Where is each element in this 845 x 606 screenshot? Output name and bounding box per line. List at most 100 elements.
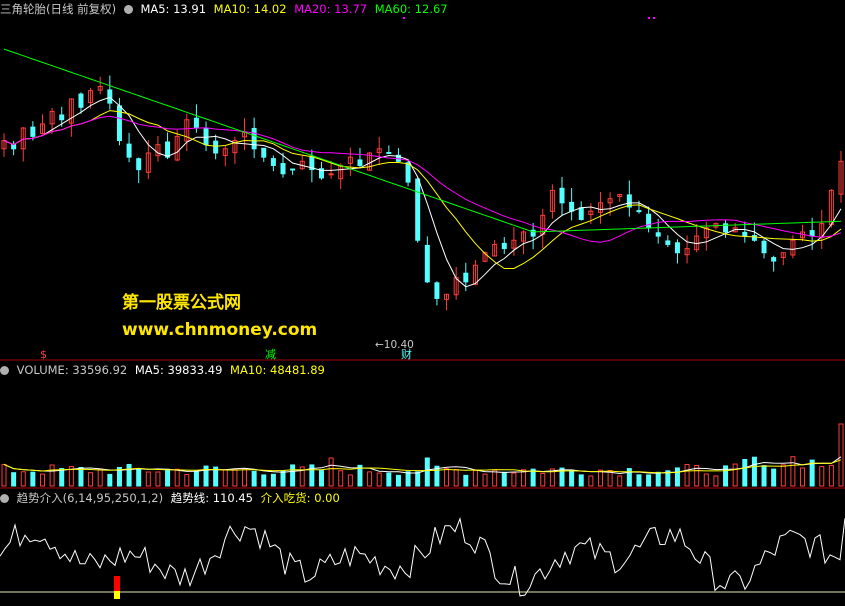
volume-bar bbox=[540, 472, 546, 487]
candle-body bbox=[107, 89, 113, 104]
volume-bar bbox=[280, 470, 286, 487]
volume-label: VOLUME: 33596.92 bbox=[16, 363, 128, 377]
candle-body bbox=[193, 117, 199, 129]
volume-bar bbox=[819, 466, 825, 487]
trend-line-label: 趋势线: 110.45 bbox=[170, 491, 254, 505]
volume-bar bbox=[174, 468, 180, 487]
volume-bar bbox=[97, 468, 103, 487]
volume-bar bbox=[338, 470, 344, 487]
buy-label: 介入吃货: 0.00 bbox=[260, 491, 340, 505]
volume-bar bbox=[463, 474, 469, 487]
volume-bar bbox=[367, 471, 373, 487]
volume-bar bbox=[482, 473, 488, 487]
volume-bar bbox=[761, 465, 767, 487]
volume-bar bbox=[626, 468, 632, 487]
stock-title: 三角轮胎(日线 前复权) bbox=[0, 2, 117, 16]
candle-body bbox=[761, 240, 767, 254]
volume-bar bbox=[78, 467, 84, 487]
volume-bar bbox=[318, 470, 324, 487]
volume-bar bbox=[59, 468, 65, 487]
candle-body bbox=[165, 141, 171, 158]
ma10-label: MA10: 14.02 bbox=[213, 2, 287, 16]
candle-body bbox=[501, 242, 507, 250]
volume-bar bbox=[270, 473, 276, 487]
volume-bar bbox=[49, 464, 55, 487]
candle-body bbox=[636, 210, 642, 213]
ma20-label: MA20: 13.77 bbox=[294, 2, 368, 16]
candle-body bbox=[665, 240, 671, 245]
volume-bar-series bbox=[1, 423, 844, 487]
volume-panel-header: VOLUME: 33596.92 MA5: 39833.49 MA10: 484… bbox=[0, 362, 329, 378]
candle-body bbox=[270, 158, 276, 166]
volume-bar bbox=[780, 464, 786, 487]
candle-body bbox=[213, 140, 219, 154]
volume-bar bbox=[646, 474, 652, 487]
volume-bar bbox=[511, 472, 517, 487]
volume-bar bbox=[328, 457, 334, 487]
volume-ma10-label: MA10: 48481.89 bbox=[230, 363, 325, 377]
candle-body bbox=[78, 93, 84, 108]
volume-bar bbox=[838, 423, 844, 487]
watermark-url: www.chnmoney.com bbox=[122, 320, 318, 340]
candle-body bbox=[809, 230, 815, 237]
candle-body bbox=[290, 168, 296, 171]
volume-bar bbox=[386, 472, 392, 487]
volume-bar bbox=[145, 471, 151, 487]
candle-body bbox=[569, 201, 575, 212]
candle-body bbox=[59, 114, 65, 121]
volume-bar bbox=[674, 467, 680, 487]
volume-bar bbox=[444, 468, 450, 487]
volume-ma5-label: MA5: 39833.49 bbox=[134, 363, 223, 377]
volume-bar bbox=[588, 475, 594, 487]
dollar-marker: $ bbox=[40, 348, 47, 361]
chevron-down-icon[interactable] bbox=[0, 494, 9, 503]
watermark-title: 第一股票公式网 bbox=[122, 293, 241, 313]
candle-body bbox=[405, 162, 411, 183]
candle-body bbox=[126, 143, 132, 158]
candle-body bbox=[30, 126, 36, 137]
ma5-line bbox=[3, 96, 842, 288]
volume-bar bbox=[771, 468, 777, 487]
volume-bar bbox=[617, 475, 623, 487]
candle-body bbox=[655, 232, 661, 237]
ma5-label: MA5: 13.91 bbox=[140, 2, 207, 16]
volume-bar bbox=[107, 473, 113, 487]
volume-bar bbox=[828, 464, 834, 487]
volume-bar bbox=[415, 471, 421, 487]
candle-body bbox=[742, 231, 748, 237]
candle-body bbox=[646, 213, 652, 229]
volume-bar bbox=[713, 475, 719, 487]
volume-bar bbox=[88, 472, 94, 487]
candle-body bbox=[771, 257, 777, 262]
candle-body bbox=[434, 282, 440, 299]
candle-body bbox=[674, 242, 680, 254]
chevron-down-icon[interactable] bbox=[0, 366, 9, 375]
candle-body bbox=[251, 127, 257, 150]
top-marker-dots bbox=[403, 17, 655, 19]
candle-body bbox=[578, 207, 584, 220]
volume-bar bbox=[636, 474, 642, 487]
volume-bar bbox=[193, 470, 199, 487]
price-panel-header: 三角轮胎(日线 前复权) MA5: 13.91 MA10: 14.02 MA20… bbox=[0, 1, 452, 17]
candle-body bbox=[261, 147, 267, 158]
chevron-down-icon[interactable] bbox=[123, 5, 133, 14]
volume-bar bbox=[242, 468, 248, 487]
volume-bar bbox=[492, 469, 498, 487]
candle-body bbox=[415, 178, 421, 241]
price-ma-lines bbox=[3, 48, 842, 288]
volume-bar bbox=[261, 474, 267, 487]
volume-bar bbox=[751, 456, 757, 487]
volume-bar bbox=[184, 474, 190, 487]
volume-bar bbox=[501, 471, 507, 487]
volume-bar bbox=[20, 471, 26, 487]
candle-body bbox=[463, 272, 469, 283]
volume-bar bbox=[732, 463, 738, 487]
volume-bar bbox=[290, 464, 296, 487]
volume-bar bbox=[30, 471, 36, 487]
volume-bar bbox=[578, 474, 584, 487]
buy-signal-bar-base bbox=[114, 591, 120, 599]
volume-bar bbox=[11, 472, 17, 487]
volume-bar bbox=[790, 456, 796, 487]
buy-signal-bar bbox=[114, 576, 120, 591]
volume-bar bbox=[655, 471, 661, 487]
